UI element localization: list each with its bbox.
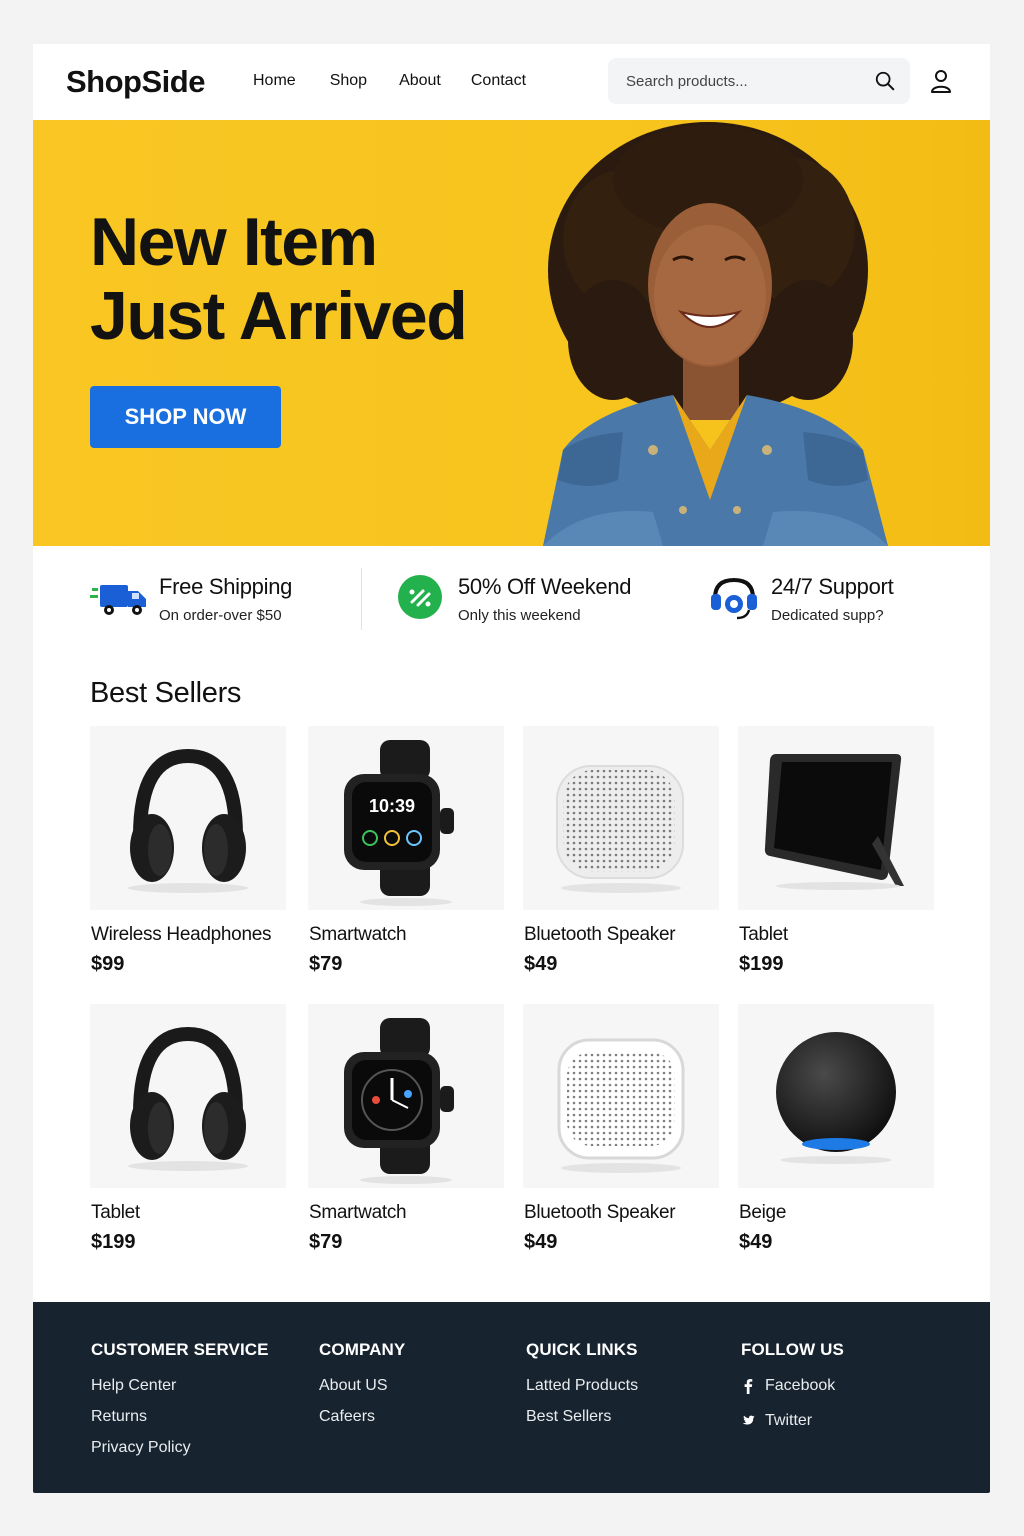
product-price: $99 — [91, 953, 125, 975]
product-card[interactable]: Bluetooth Speaker $49 — [523, 726, 719, 986]
footer-link-latest-products[interactable]: Latted Products — [526, 1377, 638, 1395]
feature-subtitle: On order-over $50 — [159, 607, 282, 624]
footer-col-company: COMPANY About US Cafeers — [319, 1340, 405, 1439]
footer-col-follow-us: FOLLOW US Facebook Twitter — [741, 1340, 844, 1447]
nav-about[interactable]: About — [399, 72, 441, 90]
product-name[interactable]: Wireless Headphones — [91, 924, 271, 946]
product-name[interactable]: Beige — [739, 1202, 786, 1224]
product-card[interactable]: Tablet $199 — [90, 1004, 286, 1264]
product-price: $199 — [91, 1231, 136, 1253]
site-header: ShopSide Home Shop About Contact — [33, 44, 990, 120]
footer-heading: COMPANY — [319, 1340, 406, 1359]
product-card[interactable]: Bluetooth Speaker $49 — [523, 1004, 719, 1264]
page: ShopSide Home Shop About Contact New Ite… — [33, 44, 990, 1493]
search-input[interactable] — [626, 70, 866, 92]
watch-time: 10:39 — [369, 796, 415, 816]
product-price: $49 — [524, 953, 558, 975]
product-name[interactable]: Smartwatch — [309, 924, 407, 946]
speaker-image — [557, 1038, 685, 1173]
footer-link-twitter[interactable]: Twitter — [741, 1412, 812, 1430]
site-footer: CUSTOMER SERVICE Help Center Returns Pri… — [33, 1302, 990, 1493]
footer-link-privacy-policy[interactable]: Privacy Policy — [91, 1439, 191, 1457]
facebook-icon — [744, 1379, 753, 1394]
feature-subtitle: Dedicated supp? — [771, 607, 884, 624]
product-name[interactable]: Bluetooth Speaker — [524, 924, 676, 946]
footer-link-label: Facebook — [765, 1377, 836, 1394]
product-price: $49 — [524, 1231, 558, 1253]
product-image[interactable] — [738, 1004, 934, 1188]
main-nav: Home Shop About Contact — [253, 72, 526, 90]
feature-discount: 50% Off Weekend Only this weekend — [397, 574, 677, 634]
headphones-image — [128, 1026, 248, 1171]
product-price: $49 — [739, 1231, 773, 1253]
search-bar — [608, 58, 910, 104]
product-image[interactable] — [738, 726, 934, 910]
feature-title: 24/7 Support — [771, 574, 894, 599]
tablet-image — [764, 754, 904, 890]
footer-heading: FOLLOW US — [741, 1340, 844, 1359]
feature-title: 50% Off Weekend — [458, 574, 632, 599]
hero-title-line2: Just Arrived — [90, 278, 468, 354]
product-card[interactable]: Wireless Headphones $99 — [90, 726, 286, 986]
product-card[interactable]: Tablet $199 — [738, 726, 934, 986]
brand-logo[interactable]: ShopSide — [66, 64, 205, 100]
feature-divider — [361, 568, 362, 630]
footer-link-best-sellers[interactable]: Best Sellers — [526, 1408, 611, 1426]
feature-title: Free Shipping — [159, 574, 293, 599]
feature-free-shipping: Free Shipping On order-over $50 — [90, 574, 350, 634]
footer-link-label: Twitter — [765, 1412, 813, 1429]
smartwatch-image — [344, 1018, 454, 1184]
feature-support: 24/7 Support Dedicated supp? — [709, 574, 969, 634]
nav-home[interactable]: Home — [253, 72, 296, 90]
search-icon[interactable] — [874, 70, 896, 92]
footer-link-careers[interactable]: Cafeers — [319, 1408, 375, 1426]
product-name[interactable]: Smartwatch — [309, 1202, 407, 1224]
product-image[interactable] — [90, 726, 286, 910]
product-image[interactable]: 10:39 — [308, 726, 504, 910]
hero-title: New Item Just Arrived — [90, 204, 468, 354]
best-sellers-heading: Best Sellers — [90, 677, 242, 709]
product-price: $79 — [309, 953, 343, 975]
footer-link-about-us[interactable]: About US — [319, 1377, 387, 1395]
smartwatch-image: 10:39 — [344, 740, 454, 906]
footer-link-returns[interactable]: Returns — [91, 1408, 147, 1426]
shop-now-button[interactable]: SHOP NOW — [90, 386, 281, 448]
smart-speaker-image — [776, 1032, 896, 1164]
twitter-icon — [742, 1415, 755, 1425]
nav-shop[interactable]: Shop — [330, 72, 367, 90]
footer-link-help-center[interactable]: Help Center — [91, 1377, 176, 1395]
discount-icon — [398, 575, 442, 619]
footer-heading: CUSTOMER SERVICE — [91, 1340, 269, 1359]
user-icon[interactable] — [929, 68, 953, 94]
product-price: $79 — [309, 1231, 343, 1253]
product-image[interactable] — [523, 726, 719, 910]
footer-link-facebook[interactable]: Facebook — [741, 1377, 835, 1395]
speaker-image — [556, 765, 684, 893]
nav-contact[interactable]: Contact — [471, 72, 526, 90]
product-image[interactable] — [308, 1004, 504, 1188]
feature-subtitle: Only this weekend — [458, 607, 581, 624]
headphones-image — [128, 748, 248, 893]
features-bar: Free Shipping On order-over $50 50% Off … — [33, 546, 990, 656]
product-name[interactable]: Tablet — [91, 1202, 140, 1224]
headset-icon — [711, 577, 757, 620]
product-price: $199 — [739, 953, 784, 975]
product-name[interactable]: Tablet — [739, 924, 788, 946]
product-name[interactable]: Bluetooth Speaker — [524, 1202, 676, 1224]
product-image[interactable] — [90, 1004, 286, 1188]
product-image[interactable] — [523, 1004, 719, 1188]
hero-title-line1: New Item — [90, 204, 378, 280]
product-card[interactable]: 10:39 Smartwatch $79 — [308, 726, 504, 986]
footer-col-customer-service: CUSTOMER SERVICE Help Center Returns Pri… — [91, 1340, 269, 1470]
product-card[interactable]: Smartwatch $79 — [308, 1004, 504, 1264]
footer-heading: QUICK LINKS — [526, 1340, 638, 1359]
hero-model-image — [543, 122, 888, 546]
hero-banner: New Item Just Arrived SHOP NOW — [33, 120, 990, 546]
product-card[interactable]: Beige $49 — [738, 1004, 934, 1264]
footer-col-quick-links: QUICK LINKS Latted Products Best Sellers — [526, 1340, 638, 1439]
truck-icon — [90, 585, 146, 615]
